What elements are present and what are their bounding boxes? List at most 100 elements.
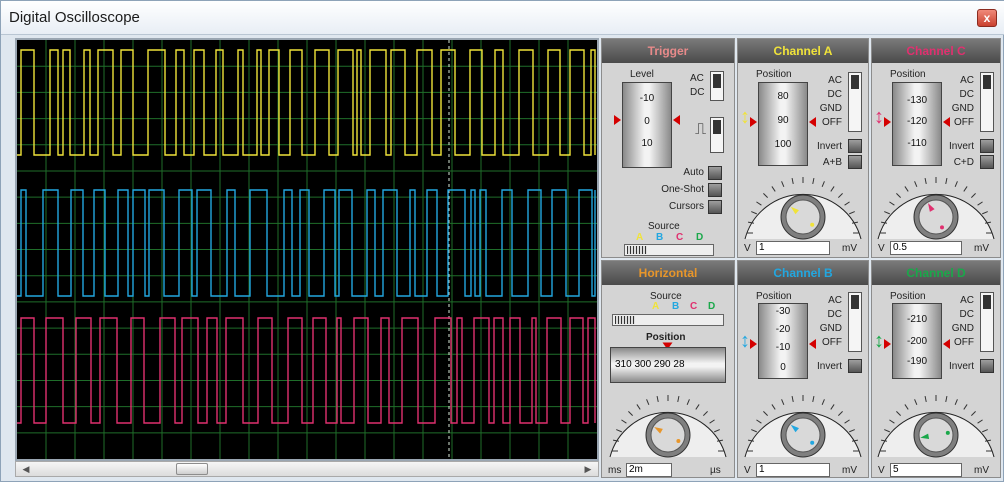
channel-a-tick-1: 80: [777, 91, 789, 102]
knob-tick: [677, 395, 680, 403]
channel-a-position-drum[interactable]: 80 90 100: [758, 82, 808, 166]
trigger-coupling-toggle[interactable]: [710, 71, 724, 101]
trigger-cursors-button[interactable]: [708, 200, 722, 214]
horizontal-unit-left: ms: [608, 465, 622, 476]
trigger-edge-toggle[interactable]: [710, 117, 724, 153]
knob-tick: [954, 399, 958, 405]
knob-tick: [982, 211, 988, 215]
channel-a-invert-label: Invert: [816, 141, 842, 152]
channel-c-volts-value[interactable]: 0.5: [890, 241, 962, 255]
channel-a-coupling-toggle[interactable]: [848, 72, 862, 132]
channel-a-dc-label: DC: [827, 89, 842, 100]
channel-c-tick-1: -130: [906, 95, 927, 106]
trigger-tick-2: 0: [644, 116, 650, 127]
knob-tick: [844, 419, 850, 424]
channel-a-ac-label: AC: [828, 75, 842, 86]
channel-d-ac-label: AC: [960, 295, 974, 306]
trigger-cursors-label: Cursors: [668, 201, 704, 212]
window-title: Digital Oscilloscope: [9, 9, 140, 26]
channel-b-position-drum[interactable]: -30 -20 -10 0: [758, 303, 808, 379]
channel-c-tick-2: -120: [906, 116, 927, 127]
channel-a-tick-3: 100: [774, 139, 792, 150]
horizontal-position-drum[interactable]: 310 300 290 28: [610, 347, 726, 383]
channel-c-gnd-label: GND: [951, 103, 974, 114]
channel-b-tick-1: -30: [775, 306, 791, 317]
channel-a-pointer-left-icon: [750, 117, 757, 127]
trigger-level-drum[interactable]: -10 0 10: [622, 82, 672, 168]
knob-cap: [650, 417, 686, 453]
trigger-source-a: A: [636, 232, 644, 243]
trigger-source-slider[interactable]: [624, 244, 714, 256]
knob-tick: [695, 404, 700, 410]
horizontal-position-label: Position: [646, 332, 686, 343]
channel-d-pointer-left-icon: [884, 339, 891, 349]
scroll-left-arrow-icon[interactable]: ◀: [18, 462, 34, 476]
channel-d-position-drum[interactable]: -210 -200 -190: [892, 303, 942, 379]
channel-b-coupling-toggle[interactable]: [848, 292, 862, 352]
channel-c-position-drum[interactable]: -130 -120 -110: [892, 82, 942, 166]
channel-c-invert-button[interactable]: [980, 139, 994, 153]
channel-a-volts-knob[interactable]: [739, 167, 869, 243]
knob-tick: [709, 419, 715, 424]
trigger-oneshot-button[interactable]: [708, 183, 722, 197]
scroll-right-arrow-icon[interactable]: ▶: [580, 462, 596, 476]
channel-a-invert-button[interactable]: [848, 139, 862, 153]
knob-tick: [977, 419, 983, 424]
channel-d-invert-button[interactable]: [980, 359, 994, 373]
horizontal-timebase-knob[interactable]: [604, 385, 734, 463]
trigger-level-label: Level: [630, 69, 654, 80]
close-button[interactable]: x: [977, 9, 997, 27]
channel-a-unit-left: V: [744, 243, 751, 254]
knob-tick: [904, 404, 909, 410]
channel-c-unit-left: V: [878, 243, 885, 254]
channel-d-volts-knob[interactable]: [872, 385, 1002, 461]
knob-cap: [918, 417, 954, 453]
knob-pointer-dot-icon: [810, 222, 815, 227]
knob-tick: [971, 193, 976, 198]
channel-b-unit-right: mV: [842, 465, 857, 476]
knob-tick: [896, 193, 901, 198]
knob-tick: [963, 404, 968, 410]
channel-c-off-label: OFF: [954, 117, 974, 128]
channel-a-panel: Channel A Position ↕ 80 90 100 AC DC GND…: [737, 38, 869, 258]
channel-b-panel: Channel B Position ↕ -30 -20 -10 0 AC DC…: [737, 260, 869, 478]
channel-d-coupling-toggle[interactable]: [980, 292, 994, 352]
channel-c-title: Channel C: [872, 39, 1000, 63]
knob-tick: [756, 419, 762, 424]
channel-b-off-label: OFF: [822, 337, 842, 348]
channel-a-volts-value[interactable]: 1: [756, 241, 830, 255]
channel-b-tick-2: -20: [775, 324, 791, 335]
knob-tick: [821, 181, 825, 187]
horizontal-source-slider-thumb[interactable]: [615, 316, 635, 324]
channel-b-invert-button[interactable]: [848, 359, 862, 373]
channel-c-volts-knob[interactable]: [872, 167, 1002, 243]
channel-d-volts-value[interactable]: 5: [890, 463, 962, 477]
knob-tick: [714, 429, 720, 433]
channel-c-coupling-toggle[interactable]: [980, 72, 994, 132]
knob-pointer-dot-icon: [940, 225, 944, 230]
knob-tick: [763, 193, 768, 198]
scroll-thumb[interactable]: [176, 463, 208, 475]
trigger-auto-button[interactable]: [708, 166, 722, 180]
knob-tick: [838, 411, 843, 416]
channel-c-pointer-right-icon: [943, 117, 950, 127]
channel-d-position-arrow-icon: ↕: [874, 330, 884, 352]
channel-b-pointer-left-icon: [750, 339, 757, 349]
horizontal-source-a: A: [652, 301, 660, 312]
knob-tick: [982, 429, 988, 433]
trigger-level-pointer-icon: [614, 115, 621, 125]
knob-tick: [812, 177, 815, 185]
horizontal-timebase-value[interactable]: 2m: [626, 463, 672, 477]
horizontal-source-slider[interactable]: [612, 314, 724, 326]
knob-tick: [838, 193, 843, 198]
channel-c-unit-right: mV: [974, 243, 989, 254]
knob-tick: [628, 411, 633, 416]
title-bar: Digital Oscilloscope x: [1, 1, 1004, 35]
trigger-source-slider-thumb[interactable]: [627, 246, 647, 254]
knob-tick: [703, 411, 708, 416]
channel-b-volts-value[interactable]: 1: [756, 463, 830, 477]
horizontal-title: Horizontal: [602, 261, 734, 285]
trigger-tick-1: -10: [639, 93, 655, 104]
horizontal-scrollbar[interactable]: ◀ ▶: [15, 461, 599, 477]
channel-b-volts-knob[interactable]: [739, 385, 869, 461]
